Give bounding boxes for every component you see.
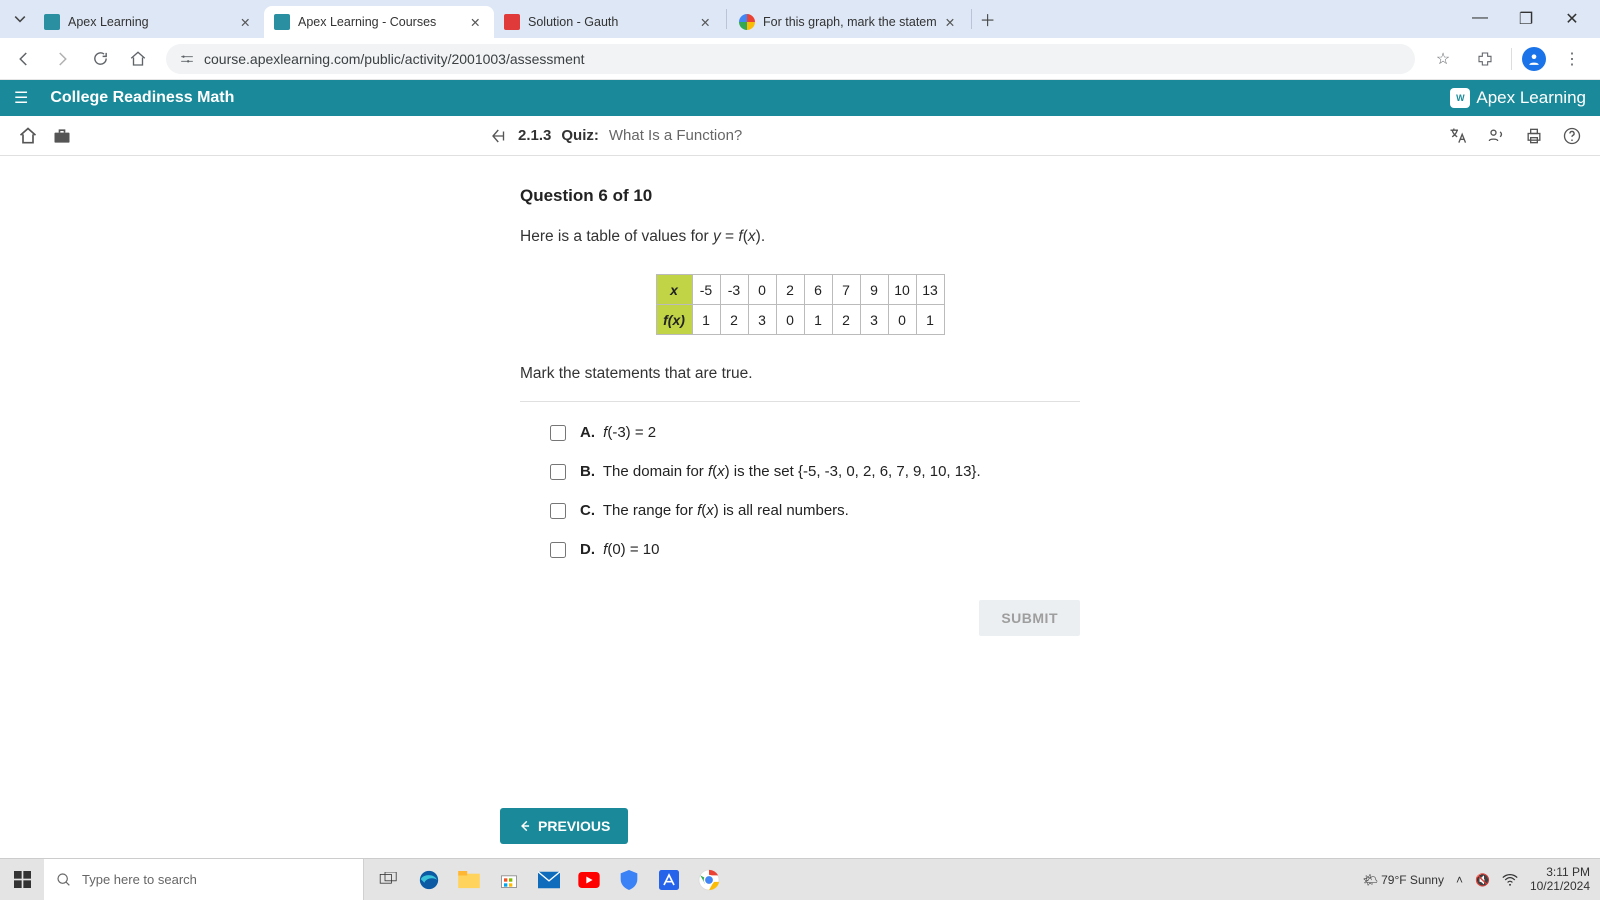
search-icon [56,872,72,888]
answer-option-c[interactable]: C. The range for f(x) is all real number… [550,502,1080,519]
tab-gauth[interactable]: Solution - Gauth ✕ [494,6,724,38]
apex-brand: W Apex Learning [1450,88,1586,108]
translate-icon[interactable] [1448,126,1468,146]
file-explorer-icon[interactable] [452,863,486,897]
previous-button[interactable]: PREVIOUS [500,808,628,844]
extensions-icon[interactable] [1469,43,1501,75]
tab-title: Solution - Gauth [528,15,692,29]
start-button[interactable] [0,859,44,900]
help-icon[interactable] [1562,126,1582,146]
close-icon[interactable]: ✕ [945,15,959,29]
wifi-icon[interactable] [1502,873,1518,887]
quiz-breadcrumb[interactable]: 2.1.3 Quiz: What Is a Function? [490,127,742,145]
tab-search-dropdown[interactable] [6,7,34,31]
answer-list: A. f(-3) = 2 B. The domain for f(x) is t… [520,424,1080,558]
tab-apex-learning[interactable]: Apex Learning ✕ [34,6,264,38]
back-arrow-icon[interactable] [490,127,508,145]
youtube-icon[interactable] [572,863,606,897]
checkbox-c[interactable] [550,503,566,519]
bookmark-icon[interactable]: ☆ [1427,43,1459,75]
tray-chevron-icon[interactable]: ˄ [1456,873,1463,887]
chrome-menu-icon[interactable]: ⋮ [1556,43,1588,75]
new-tab-button[interactable]: ＋ [974,5,1002,33]
url-text: course.apexlearning.com/public/activity/… [204,51,585,67]
chrome-icon[interactable] [692,863,726,897]
apex-logo-icon: W [1450,88,1470,108]
read-aloud-icon[interactable] [1486,126,1506,146]
tab-title: For this graph, mark the statem [763,15,937,29]
course-title: College Readiness Math [50,89,234,107]
forward-button[interactable] [46,43,78,75]
search-placeholder: Type here to search [82,872,197,887]
profile-avatar[interactable] [1522,47,1546,71]
menu-icon[interactable]: ☰ [14,88,28,108]
browser-tab-strip: Apex Learning ✕ Apex Learning - Courses … [0,0,1600,38]
url-input[interactable]: course.apexlearning.com/public/activity/… [166,44,1415,74]
edge-icon[interactable] [412,863,446,897]
quiz-sub-header: 2.1.3 Quiz: What Is a Function? [0,116,1600,156]
security-icon[interactable] [612,863,646,897]
windows-taskbar: Type here to search 🌤 79°F Sunny ˄ 🔇 3:1… [0,858,1600,900]
taskbar-apps [364,863,734,897]
address-bar: course.apexlearning.com/public/activity/… [0,38,1600,80]
system-tray: 🌤 79°F Sunny ˄ 🔇 3:11 PM 10/21/2024 [1353,866,1600,894]
back-button[interactable] [8,43,40,75]
home-icon[interactable] [18,126,38,146]
close-window-icon[interactable]: ✕ [1558,9,1586,29]
mail-icon[interactable] [532,863,566,897]
window-controls: — ❐ ✕ [1466,9,1594,29]
site-settings-icon[interactable] [180,52,194,66]
close-icon[interactable]: ✕ [240,15,254,29]
briefcase-icon[interactable] [52,126,72,146]
tab-title: Apex Learning - Courses [298,15,462,29]
checkbox-b[interactable] [550,464,566,480]
answer-option-a[interactable]: A. f(-3) = 2 [550,424,1080,441]
taskbar-search[interactable]: Type here to search [44,859,364,900]
tab-apex-courses[interactable]: Apex Learning - Courses ✕ [264,6,494,38]
task-view-icon[interactable] [372,863,406,897]
minimize-icon[interactable]: — [1466,9,1494,29]
maximize-icon[interactable]: ❐ [1512,9,1540,29]
apex-app-icon[interactable] [652,863,686,897]
volume-icon[interactable]: 🔇 [1475,873,1490,887]
weather-widget[interactable]: 🌤 79°F Sunny [1363,873,1444,887]
table-row-header: x [656,275,692,305]
answer-option-d[interactable]: D. f(0) = 10 [550,541,1080,558]
divider [520,401,1080,402]
answer-option-b[interactable]: B. The domain for f(x) is the set {-5, -… [550,463,1080,480]
tab-google-search[interactable]: For this graph, mark the statem ✕ [729,6,969,38]
print-icon[interactable] [1524,126,1544,146]
submit-button[interactable]: SUBMIT [979,600,1080,636]
tab-title: Apex Learning [68,15,232,29]
table-row-header: f(x) [656,305,692,335]
question-header: Question 6 of 10 [520,186,1080,206]
tab-separator [726,9,727,29]
value-table: x -5 -3 0 2 6 7 9 10 13 f(x) 1 2 3 0 1 2… [656,274,945,335]
question-prompt: Here is a table of values for y = f(x). [520,228,1080,246]
arrow-left-icon [518,819,532,833]
checkbox-d[interactable] [550,542,566,558]
instruction-text: Mark the statements that are true. [520,365,1080,383]
reload-button[interactable] [84,43,116,75]
store-icon[interactable] [492,863,526,897]
tab-separator [971,9,972,29]
close-icon[interactable]: ✕ [700,15,714,29]
apex-course-header: ☰ College Readiness Math W Apex Learning [0,80,1600,116]
checkbox-a[interactable] [550,425,566,441]
taskbar-clock[interactable]: 3:11 PM 10/21/2024 [1530,866,1590,894]
home-button[interactable] [122,43,154,75]
question-content: Question 6 of 10 Here is a table of valu… [0,156,1600,636]
close-icon[interactable]: ✕ [470,15,484,29]
